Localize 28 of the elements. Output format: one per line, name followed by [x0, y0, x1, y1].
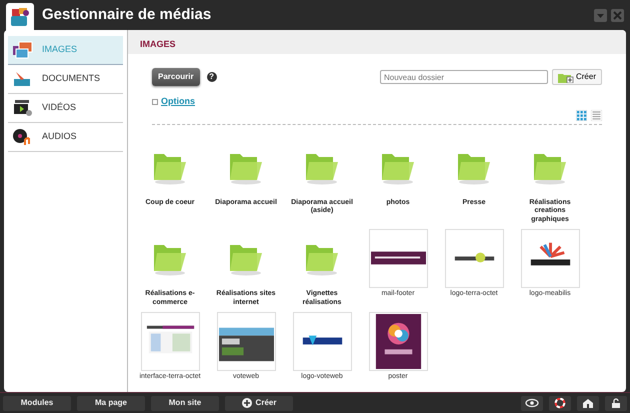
toolbar-button[interactable]: Mon site	[151, 396, 219, 410]
sidebar-item[interactable]: VIDÉOS	[8, 94, 123, 123]
list-view-icon[interactable]	[591, 110, 602, 120]
toolbar-button[interactable]: Modules	[3, 396, 71, 410]
clapperboard-icon	[12, 98, 34, 118]
expand-icon[interactable]	[152, 98, 158, 105]
lock-icon[interactable]	[609, 398, 623, 408]
create-folder-button[interactable]: Créer	[552, 69, 602, 85]
new-folder-field[interactable]: Nouveau dossier	[380, 70, 548, 84]
create-button[interactable]: Créer	[225, 396, 293, 410]
grid-view-icon[interactable]	[576, 110, 587, 120]
section-heading: IMAGES	[140, 39, 176, 49]
sidebar-item[interactable]: AUDIOS	[8, 123, 123, 152]
collapse-icon[interactable]	[594, 8, 607, 22]
toolbar-button[interactable]: Ma page	[77, 396, 145, 410]
options-link[interactable]: Options	[161, 95, 195, 108]
photos-icon	[12, 40, 34, 60]
eye-icon[interactable]	[525, 398, 539, 408]
lifebuoy-icon[interactable]	[553, 398, 567, 408]
media-logo-icon	[9, 7, 31, 27]
home-icon[interactable]	[581, 398, 595, 408]
folder-add-icon	[558, 72, 574, 82]
close-icon[interactable]	[611, 8, 624, 22]
window-title: Gestionnaire de médias	[42, 4, 212, 25]
plus-icon	[242, 398, 252, 408]
browse-button[interactable]: Parcourir	[152, 68, 200, 86]
help-icon[interactable]: ?	[206, 72, 217, 82]
sidebar-item[interactable]: DOCUMENTS	[8, 65, 123, 94]
